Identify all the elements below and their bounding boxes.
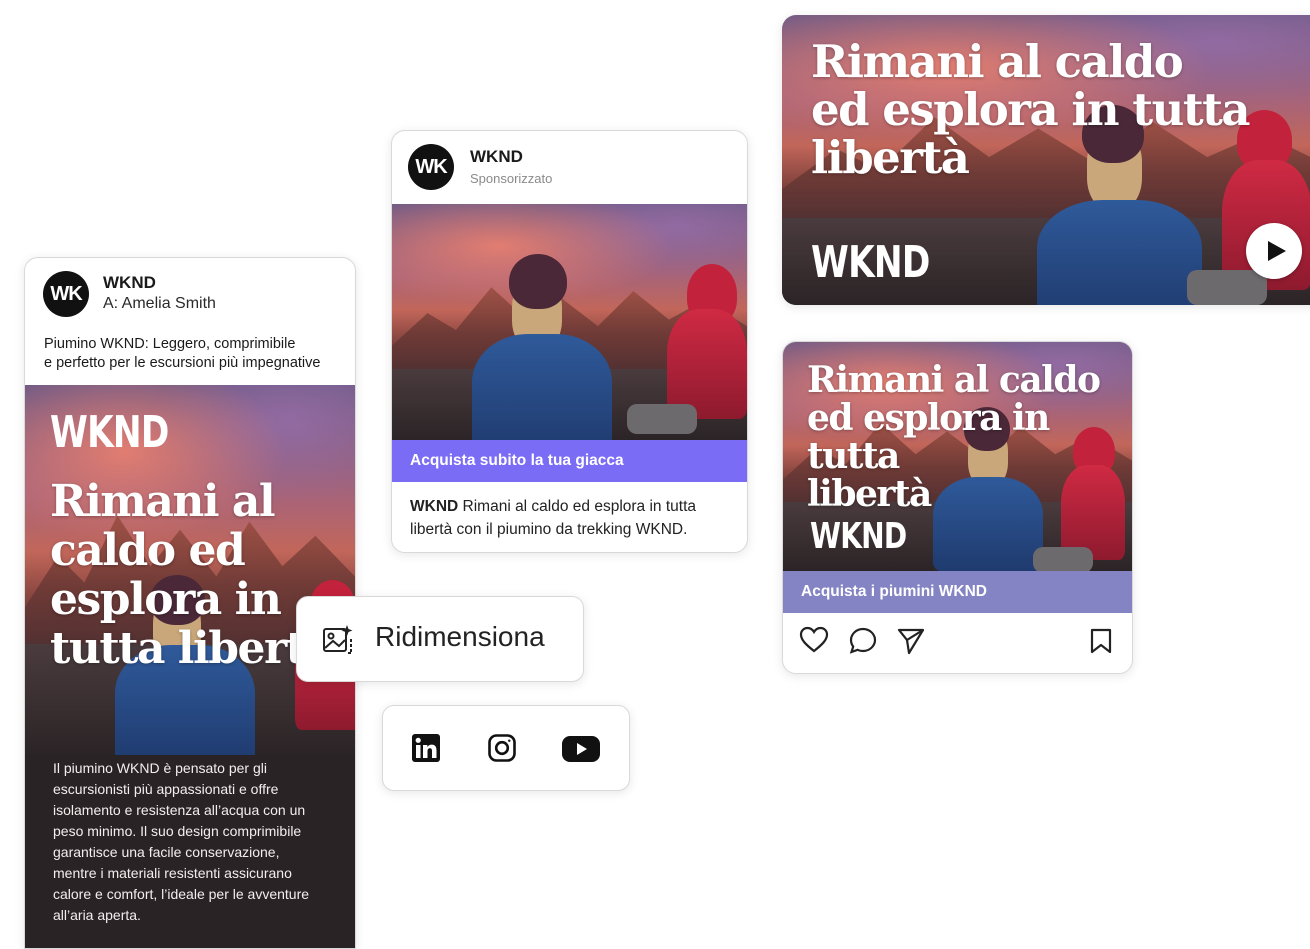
bookmark-icon[interactable] (1089, 627, 1113, 660)
comment-icon[interactable] (848, 626, 878, 661)
linkedin-icon[interactable] (411, 733, 441, 768)
social-headline: Rimani al caldo ed esplora in tutta libe… (807, 359, 1101, 515)
recipient-line: A: Amelia Smith (103, 295, 216, 312)
email-body: Il piumino WKND è pensato per gli escurs… (25, 755, 355, 948)
sender-name: WKND (103, 273, 156, 292)
wknd-logo: WKND (50, 407, 169, 458)
social-channels-chip (382, 705, 630, 791)
wknd-avatar: WK (43, 271, 89, 317)
wknd-avatar: WK (408, 144, 454, 190)
social-post-card: Rimani al caldo ed esplora in tutta libe… (782, 341, 1133, 674)
sponsored-label: Sponsorizzato (470, 171, 553, 186)
email-headline: Rimani al caldo ed esplora in tutta libe… (50, 476, 333, 674)
video-headline: Rimani al caldo ed esplora in tutta libe… (811, 35, 1251, 184)
email-subject: Piumino WKND: Leggero, comprimibile e pe… (44, 336, 321, 371)
resize-button[interactable]: Ridimensiona (296, 596, 584, 682)
sponsored-post-card: WK WKND Sponsorizzato Acquista subito la… (391, 130, 748, 553)
shop-cta-button[interactable]: Acquista subito la tua giacca (392, 440, 747, 482)
video-frame: Rimani al caldo ed esplora in tutta libe… (782, 15, 1310, 305)
social-post-image: Rimani al caldo ed esplora in tutta libe… (783, 342, 1132, 571)
youtube-icon[interactable] (561, 735, 601, 768)
heart-icon[interactable] (799, 626, 829, 659)
ai-image-resize-icon (321, 621, 357, 657)
instagram-icon[interactable] (487, 733, 517, 768)
play-button[interactable] (1246, 223, 1302, 279)
account-name: WKND (470, 147, 523, 166)
wknd-logo: WKND (811, 237, 930, 288)
post-image (392, 204, 747, 440)
post-caption: WKND Rimani al caldo ed esplora in tutta… (410, 498, 697, 538)
resize-label: Ridimensiona (375, 621, 545, 652)
email-hero-image: WKND Rimani al caldo ed esplora in tutta… (25, 385, 355, 755)
shop-jackets-cta[interactable]: Acquista i piumini WKND (783, 571, 1132, 613)
send-icon[interactable] (896, 626, 926, 661)
video-ad-card: Rimani al caldo ed esplora in tutta libe… (782, 15, 1310, 305)
play-icon (1264, 239, 1288, 268)
wknd-logo: WKND (810, 516, 907, 557)
